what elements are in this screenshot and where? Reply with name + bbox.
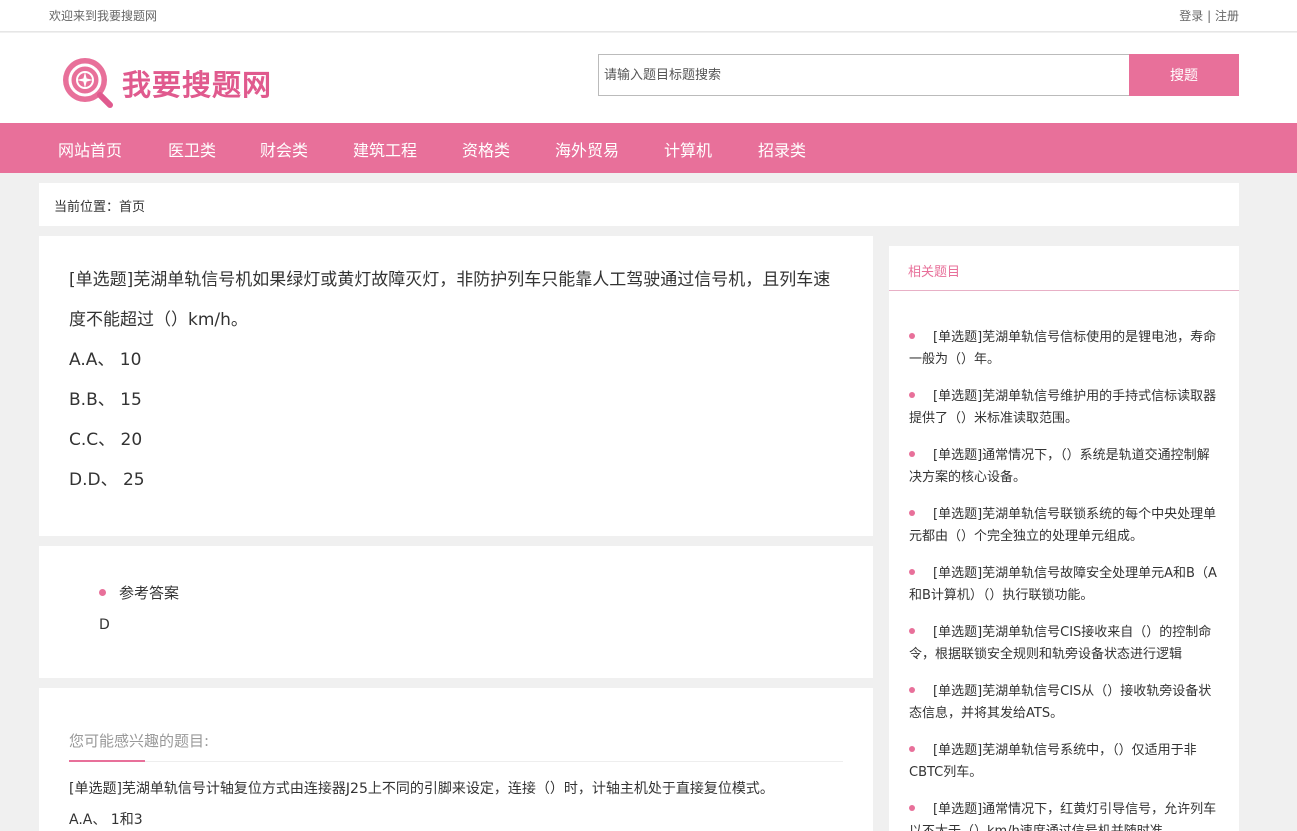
nav-item-finance[interactable]: 财会类 — [260, 137, 308, 161]
question-title: [单选题]芜湖单轨信号机如果绿灯或黄灯故障灭灯，非防护列车只能靠人工驾驶通过信号… — [69, 270, 831, 330]
related-item-text: [单选题]芜湖单轨信号CIS接收来自（）的控制命令，根据联锁安全规则和轨旁设备状… — [909, 625, 1212, 662]
answer-card: 参考答案 D — [39, 546, 873, 678]
auth-links: 登录 | 注册 — [1179, 7, 1239, 24]
search-button[interactable]: 搜题 — [1129, 54, 1239, 96]
recommended-option: A.A、 1和3 — [69, 812, 143, 828]
bullet-dot-icon — [909, 450, 915, 457]
related-item[interactable]: [单选题]芜湖单轨信号故障安全处理单元A和B（A和B计算机）（）执行联锁功能。 — [909, 563, 1219, 607]
related-card: 相关题目 [单选题]芜湖单轨信号信标使用的是锂电池，寿命一般为（）年。 [单选题… — [889, 246, 1239, 831]
breadcrumb: 当前位置：首页 — [39, 183, 1239, 226]
related-item-text: [单选题]芜湖单轨信号故障安全处理单元A和B（A和B计算机）（）执行联锁功能。 — [909, 566, 1217, 603]
related-item-text: [单选题]通常情况下，红黄灯引导信号，允许列车以不大于（）km/h速度通过信号机… — [909, 802, 1217, 831]
related-item[interactable]: [单选题]通常情况下，红黄灯引导信号，允许列车以不大于（）km/h速度通过信号机… — [909, 799, 1219, 831]
related-item-text: [单选题]芜湖单轨信号CIS从（）接收轨旁设备状态信息，并将其发给ATS。 — [909, 684, 1212, 721]
recommended-title: 您可能感兴趣的题目: — [69, 730, 843, 762]
main-nav: 网站首页 医卫类 财会类 建筑工程 资格类 海外贸易 计算机 招录类 — [0, 123, 1297, 173]
related-item[interactable]: [单选题]芜湖单轨信号CIS接收来自（）的控制命令，根据联锁安全规则和轨旁设备状… — [909, 622, 1219, 666]
bullet-dot-icon — [909, 332, 915, 339]
related-item-text: [单选题]芜湖单轨信号系统中，（）仅适用于非CBTC列车。 — [909, 743, 1197, 780]
bullet-dot-icon — [909, 745, 915, 752]
related-item[interactable]: [单选题]芜湖单轨信号维护用的手持式信标读取器提供了（）米标准读取范围。 — [909, 386, 1219, 430]
related-item[interactable]: [单选题]芜湖单轨信号CIS从（）接收轨旁设备状态信息，并将其发给ATS。 — [909, 681, 1219, 725]
related-item[interactable]: [单选题]芜湖单轨信号联锁系统的每个中央处理单元都由（）个完全独立的处理单元组成… — [909, 504, 1219, 548]
related-item-text: [单选题]芜湖单轨信号联锁系统的每个中央处理单元都由（）个完全独立的处理单元组成… — [909, 507, 1217, 544]
nav-item-home[interactable]: 网站首页 — [58, 137, 122, 161]
related-item-text: [单选题]通常情况下，（）系统是轨道交通控制解决方案的核心设备。 — [909, 448, 1210, 485]
related-list: [单选题]芜湖单轨信号信标使用的是锂电池，寿命一般为（）年。 [单选题]芜湖单轨… — [889, 291, 1239, 831]
search-bar: 搜题 — [598, 54, 1239, 96]
related-item-text: [单选题]芜湖单轨信号信标使用的是锂电池，寿命一般为（）年。 — [909, 330, 1217, 367]
bullet-dot-icon — [99, 589, 106, 596]
login-link[interactable]: 登录 — [1179, 9, 1203, 23]
nav-item-computer[interactable]: 计算机 — [664, 137, 712, 161]
question-card: [单选题]芜湖单轨信号机如果绿灯或黄灯故障灭灯，非防护列车只能靠人工驾驶通过信号… — [39, 236, 873, 536]
related-title: 相关题目 — [889, 246, 1239, 291]
nav-item-medical[interactable]: 医卫类 — [168, 137, 216, 161]
answer-value: D — [99, 617, 110, 633]
option-a: A.A、 10 — [69, 350, 142, 370]
top-bar: 欢迎来到我要搜题网 登录 | 注册 — [0, 0, 1297, 32]
related-item[interactable]: [单选题]通常情况下，（）系统是轨道交通控制解决方案的核心设备。 — [909, 445, 1219, 489]
nav-item-trade[interactable]: 海外贸易 — [555, 137, 619, 161]
auth-separator: | — [1203, 9, 1215, 23]
bullet-dot-icon — [909, 568, 915, 575]
breadcrumb-label: 当前位置： — [54, 200, 120, 215]
option-b: B.B、 15 — [69, 390, 142, 410]
bullet-dot-icon — [909, 391, 915, 398]
site-header: 我要搜题网 搜题 — [0, 33, 1297, 123]
search-input[interactable] — [598, 54, 1129, 96]
answer-heading: 参考答案 — [99, 582, 873, 603]
answer-label: 参考答案 — [119, 584, 180, 602]
bullet-dot-icon — [909, 686, 915, 693]
bullet-dot-icon — [909, 627, 915, 634]
related-item[interactable]: [单选题]芜湖单轨信号系统中，（）仅适用于非CBTC列车。 — [909, 740, 1219, 784]
recommended-card: 您可能感兴趣的题目: [单选题]芜湖单轨信号计轴复位方式由连接器J25上不同的引… — [39, 688, 873, 831]
option-c: C.C、 20 — [69, 430, 143, 450]
register-link[interactable]: 注册 — [1215, 9, 1239, 23]
welcome-text: 欢迎来到我要搜题网 — [49, 9, 158, 23]
related-item-text: [单选题]芜湖单轨信号维护用的手持式信标读取器提供了（）米标准读取范围。 — [909, 389, 1217, 426]
logo-text: 我要搜题网 — [122, 68, 273, 102]
option-d: D.D、 25 — [69, 470, 145, 490]
nav-item-recruitment[interactable]: 招录类 — [758, 137, 806, 161]
site-logo[interactable]: 我要搜题网 — [60, 55, 272, 111]
nav-item-construction[interactable]: 建筑工程 — [353, 137, 417, 161]
breadcrumb-home-link[interactable]: 首页 — [119, 200, 145, 215]
nav-item-qualification[interactable]: 资格类 — [462, 137, 510, 161]
logo-magnifier-icon — [63, 58, 113, 108]
recommended-question[interactable]: [单选题]芜湖单轨信号计轴复位方式由连接器J25上不同的引脚来设定，连接（）时，… — [69, 778, 843, 798]
bullet-dot-icon — [909, 509, 915, 516]
bullet-dot-icon — [909, 804, 915, 811]
related-item[interactable]: [单选题]芜湖单轨信号信标使用的是锂电池，寿命一般为（）年。 — [909, 327, 1219, 371]
